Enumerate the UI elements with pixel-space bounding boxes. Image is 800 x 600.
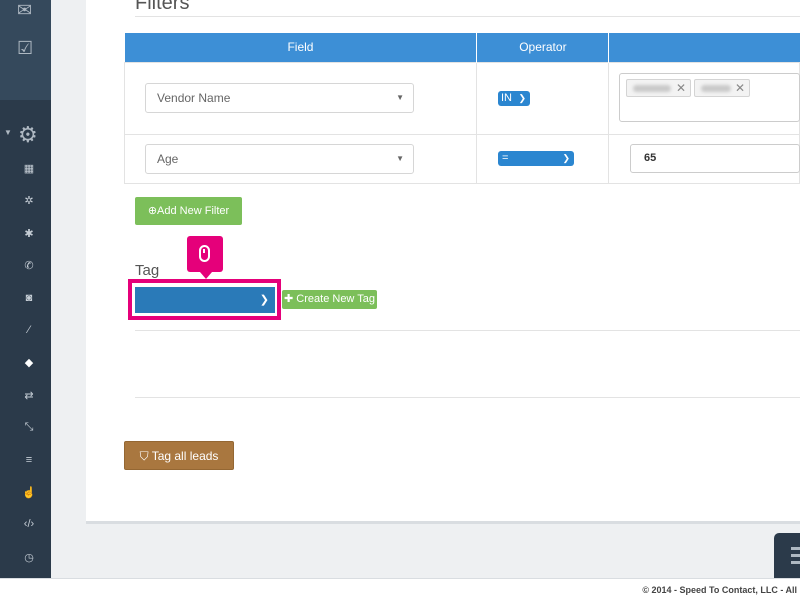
plus-icon: ✚ [284,293,294,305]
tag-label: Tag [135,262,160,279]
redacted-value [633,85,671,92]
tag-all-leads-button[interactable]: ⛉ Tag all leads [124,441,234,470]
caret-down-icon: ▼ [396,154,404,163]
field-select[interactable]: Vendor Name ▼ [145,83,414,113]
value-input[interactable]: 65 [630,144,800,173]
thumbs-up-icon[interactable]: ☝ [22,486,36,499]
cogs-icon[interactable]: ✱ [22,227,36,240]
phone-square-icon[interactable]: ◙ [22,292,36,304]
mouse-icon [199,245,210,262]
check-square-icon[interactable]: ☑ [17,38,33,59]
column-header-field: Field [124,33,478,62]
chevron-down-icon: ❯ [518,93,526,103]
tag-icon[interactable]: ◆ [22,356,36,369]
redacted-value [701,85,731,92]
clock-icon[interactable]: ◷ [22,551,36,564]
value-chip[interactable]: ✕ [626,79,691,97]
copyright-text: © 2014 - Speed To Contact, LLC - All [642,585,797,595]
value-multiselect[interactable]: ✕ ✕ [619,73,800,122]
tags-icon: ⛉ [139,449,149,463]
magic-icon[interactable]: ⁄ [22,324,36,336]
gear-icon[interactable]: ⚙ [18,122,38,148]
field-select[interactable]: Age ▼ [145,144,414,174]
operator-select[interactable]: IN ❯ [498,91,530,106]
add-filter-button[interactable]: ⊕Add New Filter [135,197,242,225]
filters-title: Filters [135,0,190,14]
chevron-down-icon: ❯ [259,294,269,306]
compress-icon[interactable]: ⤡ [22,421,36,434]
column-header-value [608,33,800,62]
click-hint [187,236,223,279]
chevron-down-icon: ❯ [562,153,570,163]
operator-select-value: = [502,152,509,164]
divider [135,397,800,398]
tag-select[interactable]: ❯ [135,287,275,313]
sidebar-top: ✉ ☑ [0,0,51,100]
main-card: Filters Field Operator Vendor Name ▼ IN … [86,0,800,524]
remove-chip-icon[interactable]: ✕ [676,81,686,95]
divider [135,330,800,331]
column-header-operator: Operator [476,33,610,62]
exchange-icon[interactable]: ⇄ [22,389,36,402]
field-select-value: Age [157,152,179,166]
divider [135,16,800,17]
sliders-icon[interactable]: ≡ [22,454,36,466]
building-icon[interactable]: ▦ [22,162,36,175]
phone-icon[interactable]: ✆ [22,259,36,272]
value-chip[interactable]: ✕ [694,79,750,97]
field-select-value: Vendor Name [157,91,231,105]
caret-down-icon[interactable]: ▼ [4,128,12,137]
operator-select[interactable]: = ❯ [498,151,574,166]
bars-icon [791,547,800,550]
envelope-icon[interactable]: ✉ [17,0,32,21]
plus-circle-icon: ⊕ [147,205,158,217]
sidebar: ✉ ☑ ▼ ⚙ ▦ ✲ ✱ ✆ ◙ ⁄ ◆ ⇄ ⤡ ≡ ☝ ‹/› ◷ [0,0,51,578]
menu-toggle-button[interactable] [774,533,800,578]
remove-chip-icon[interactable]: ✕ [735,81,745,95]
code-icon[interactable]: ‹/› [22,518,36,530]
caret-down-icon: ▼ [396,93,404,102]
footer: © 2014 - Speed To Contact, LLC - All [0,578,800,600]
create-tag-button[interactable]: ✚ Create New Tag [282,290,377,309]
cog-icon[interactable]: ✲ [22,194,36,207]
operator-select-value: IN [501,92,512,104]
